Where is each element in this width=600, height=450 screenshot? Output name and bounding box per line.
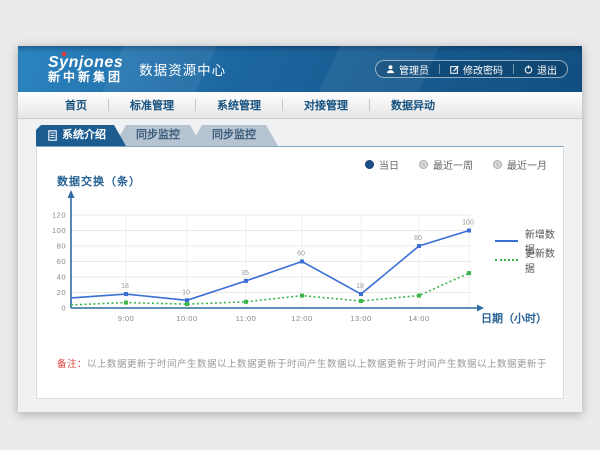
document-icon <box>48 130 57 141</box>
nav-item-system-mgmt[interactable]: 系统管理 <box>196 97 282 113</box>
legend-label: 更新数据 <box>525 245 563 275</box>
tab-sync-monitor-2[interactable]: 同步监控 <box>190 125 278 146</box>
edit-icon <box>450 65 459 74</box>
svg-text:80: 80 <box>414 235 422 242</box>
svg-text:9:00: 9:00 <box>118 314 135 323</box>
app-window: Synjones 新中新集团 数据资源中心 管理员 <box>18 46 582 412</box>
brand-company: 新中新集团 <box>48 70 123 84</box>
tab-label: 同步监控 <box>212 129 256 141</box>
user-icon <box>386 64 395 74</box>
radio-selected-icon <box>365 160 374 169</box>
svg-text:18: 18 <box>356 283 364 290</box>
svg-text:10: 10 <box>182 289 190 296</box>
x-axis-title: 日期（小时） <box>481 310 547 326</box>
main-nav: 首页 标准管理 系统管理 对接管理 数据异动 <box>18 92 582 119</box>
svg-text:18: 18 <box>121 283 129 290</box>
time-range-filter: 当日 最近一周 最近一月 <box>365 157 547 172</box>
svg-text:10:00: 10:00 <box>176 314 197 323</box>
logout-label: 退出 <box>537 62 557 77</box>
svg-text:100: 100 <box>52 226 66 235</box>
svg-text:11:00: 11:00 <box>236 314 257 323</box>
radio-last-week[interactable]: 最近一周 <box>419 157 473 172</box>
svg-text:35: 35 <box>241 270 249 277</box>
radio-last-week-label: 最近一周 <box>433 157 473 172</box>
desktop-background: Synjones 新中新集团 数据资源中心 管理员 <box>0 0 600 450</box>
nav-item-data-change[interactable]: 数据异动 <box>370 97 456 113</box>
svg-text:13:00: 13:00 <box>350 314 371 323</box>
nav-item-standard-mgmt[interactable]: 标准管理 <box>109 97 195 113</box>
logout-button[interactable]: 退出 <box>514 61 567 77</box>
legend-item-update-data: 更新数据 <box>495 250 563 269</box>
radio-today[interactable]: 当日 <box>365 157 399 172</box>
nav-item-home[interactable]: 首页 <box>44 97 108 113</box>
radio-today-label: 当日 <box>379 157 399 172</box>
svg-text:40: 40 <box>57 273 66 282</box>
tab-label: 系统介绍 <box>62 125 106 146</box>
svg-text:120: 120 <box>52 211 66 220</box>
svg-text:100: 100 <box>462 220 474 227</box>
legend-line-dotted-icon <box>495 259 518 261</box>
tab-sync-monitor-1[interactable]: 同步监控 <box>114 125 202 146</box>
svg-text:60: 60 <box>297 251 305 258</box>
chart-legend: 新增数据 更新数据 <box>495 231 563 269</box>
radio-unselected-icon <box>493 160 502 169</box>
svg-text:20: 20 <box>57 288 66 297</box>
y-axis-title: 数据交换（条） <box>57 173 141 189</box>
brand-name: Synjones <box>48 55 123 70</box>
svg-text:0: 0 <box>61 304 66 313</box>
user-label: 管理员 <box>399 62 429 77</box>
power-icon <box>524 65 533 74</box>
footnote-text: 以上数据更新于时间产生数据以上数据更新于时间产生数据以上数据更新于时间产生数据以… <box>87 359 547 370</box>
user-menu: 管理员 修改密码 退出 <box>375 60 568 78</box>
svg-text:60: 60 <box>57 257 66 266</box>
svg-text:80: 80 <box>57 242 66 251</box>
svg-text:12:00: 12:00 <box>291 314 312 323</box>
nav-item-interface-mgmt[interactable]: 对接管理 <box>283 97 369 113</box>
current-user-button[interactable]: 管理员 <box>376 61 439 77</box>
tab-bar: 系统介绍 同步监控 同步监控 <box>36 125 278 146</box>
change-password-button[interactable]: 修改密码 <box>440 61 513 77</box>
svg-text:14:00: 14:00 <box>408 314 429 323</box>
tab-system-intro[interactable]: 系统介绍 <box>36 125 126 146</box>
change-password-label: 修改密码 <box>463 62 503 77</box>
footnote: 备注：以上数据更新于时间产生数据以上数据更新于时间产生数据以上数据更新于时间产生… <box>57 356 547 370</box>
tab-label: 同步监控 <box>136 129 180 141</box>
radio-last-month[interactable]: 最近一月 <box>493 157 547 172</box>
radio-last-month-label: 最近一月 <box>507 157 547 172</box>
footnote-label: 备注： <box>57 359 87 370</box>
page-title: 数据资源中心 <box>139 59 226 79</box>
line-chart: 0 20 40 60 80 100 120 9:00 10:00 11:00 12:00 13:00 1… <box>47 172 557 332</box>
app-header: Synjones 新中新集团 数据资源中心 管理员 <box>18 46 582 92</box>
content-area: 系统介绍 同步监控 同步监控 当日 最近一周 <box>18 119 582 412</box>
legend-line-solid-icon <box>495 240 518 242</box>
radio-unselected-icon <box>419 160 428 169</box>
brand-logo[interactable]: Synjones 新中新集团 <box>48 55 123 84</box>
chart-panel: 当日 最近一周 最近一月 数据交换（条） 日期（小时） 0 20 40 60 80 100… <box>36 146 564 399</box>
